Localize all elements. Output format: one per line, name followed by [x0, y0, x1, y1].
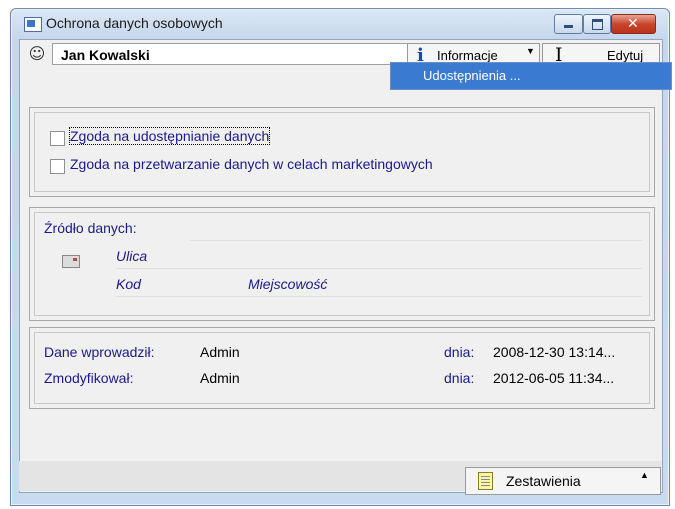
close-icon: ✕ — [627, 16, 639, 32]
summary-button[interactable]: Zestawienia ▲ — [465, 467, 661, 495]
person-icon: ☺ — [28, 44, 46, 63]
share-consent-label[interactable]: Zgoda na udostępnianie danych — [68, 127, 271, 145]
maximize-icon — [592, 19, 603, 30]
window-title: Ochrona danych osobowych — [46, 15, 223, 31]
street-label: Ulica — [116, 248, 148, 264]
marketing-consent-label[interactable]: Zgoda na przetwarzanie danych w celach m… — [70, 156, 433, 172]
data-source-group: Źródło danych: Ulica Kod Miejscowość — [29, 207, 655, 321]
city-label: Miejscowość — [248, 276, 328, 292]
audit-group: Dane wprowadził: Admin dnia: 2008-12-30 … — [29, 327, 655, 409]
data-source-field[interactable] — [190, 240, 642, 241]
app-window-icon — [24, 17, 42, 32]
info-dropdown-menu: Udostępnienia ... — [390, 62, 672, 90]
menu-item-udostepnienia[interactable]: Udostępnienia ... — [423, 63, 521, 89]
minimize-button[interactable] — [554, 14, 583, 34]
modified-date-label: dnia: — [444, 370, 475, 386]
share-consent-checkbox[interactable] — [50, 131, 65, 146]
minimize-icon — [564, 25, 573, 28]
created-by-value: Admin — [200, 344, 240, 360]
modified-by-label: Zmodyfikował: — [44, 370, 134, 386]
postcode-label: Kod — [116, 276, 141, 292]
close-button[interactable]: ✕ — [611, 14, 656, 34]
created-date-label: dnia: — [444, 344, 475, 360]
created-date-value: 2008-12-30 13:14... — [493, 344, 616, 360]
maximize-button[interactable] — [583, 14, 611, 34]
marketing-consent-checkbox[interactable] — [50, 159, 65, 174]
city-field[interactable] — [116, 296, 642, 297]
modified-date-value: 2012-06-05 11:34... — [493, 370, 615, 386]
person-name-field[interactable]: Jan Kowalski — [52, 43, 410, 65]
street-field[interactable] — [116, 268, 642, 269]
consents-group: Zgoda na udostępnianie danych Zgoda na p… — [29, 107, 655, 197]
caret-down-icon: ▼ — [526, 46, 535, 56]
caret-up-icon: ▲ — [640, 470, 649, 480]
envelope-icon — [62, 255, 80, 268]
title-bar[interactable]: Ochrona danych osobowych ✕ — [11, 9, 669, 39]
data-source-label: Źródło danych: — [44, 220, 137, 236]
created-by-label: Dane wprowadził: — [44, 344, 155, 360]
modified-by-value: Admin — [200, 370, 240, 386]
document-icon — [478, 472, 493, 490]
summary-button-label: Zestawienia — [506, 473, 581, 489]
